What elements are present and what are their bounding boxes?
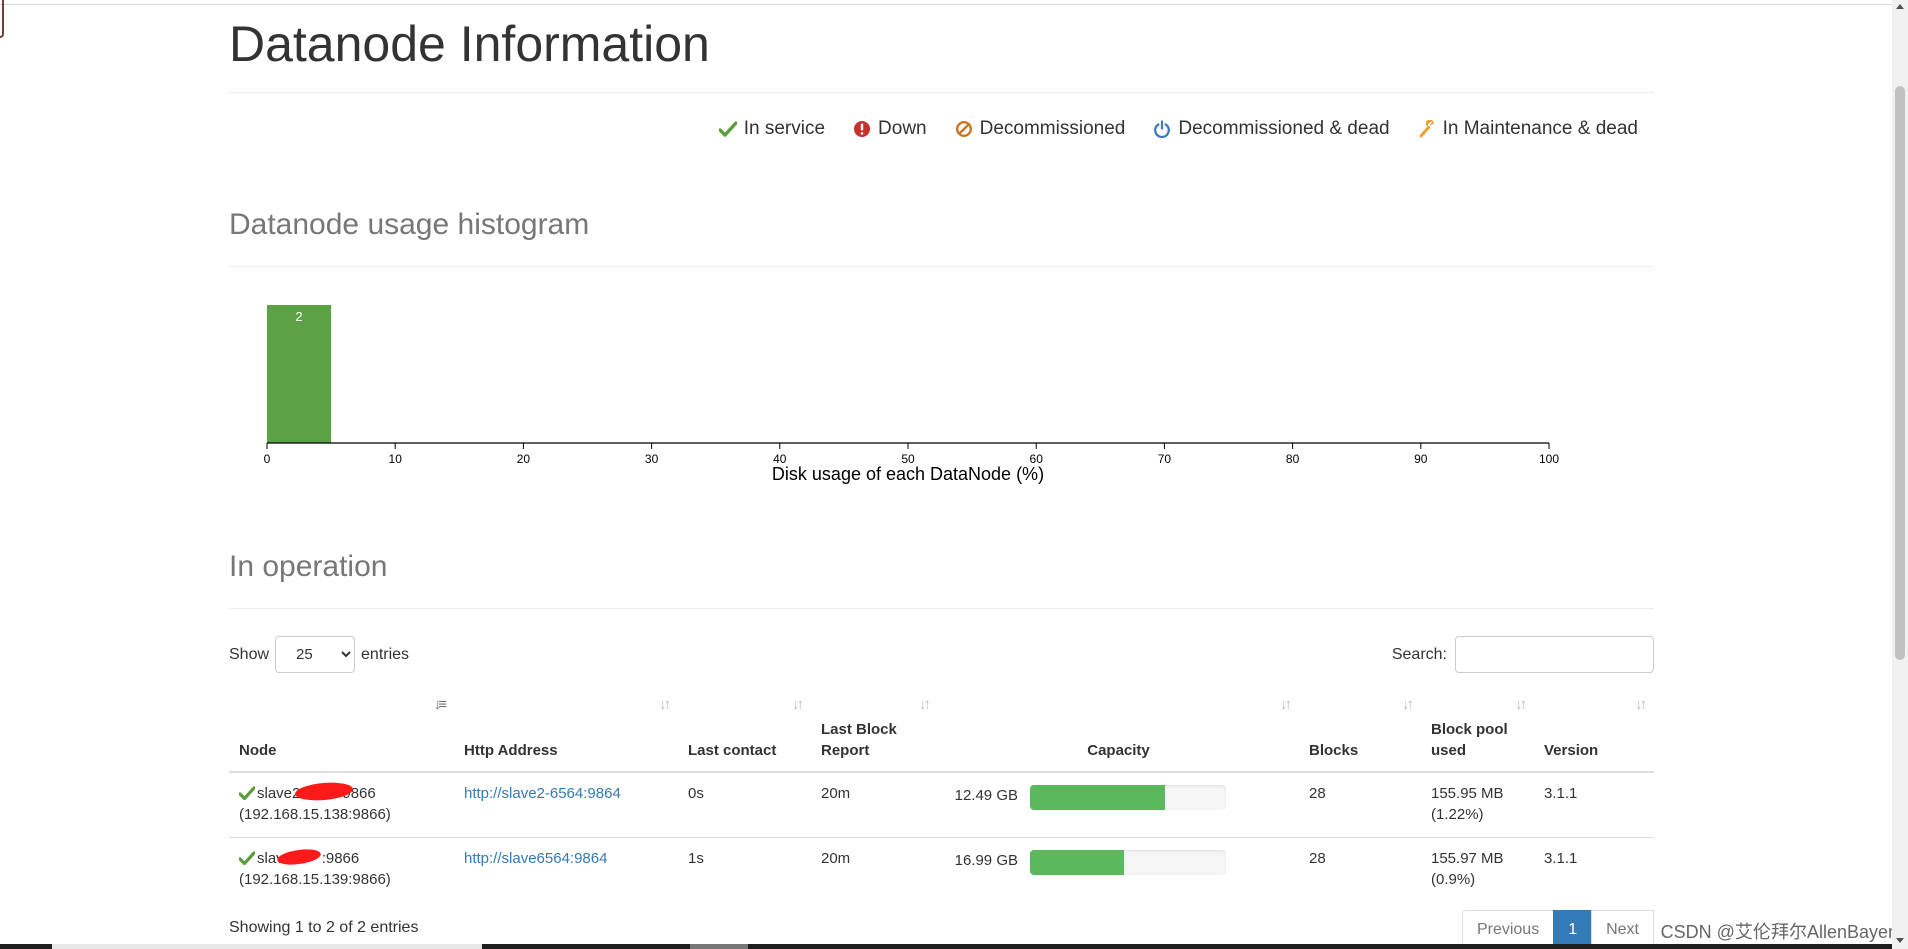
last-contact-cell: 1s <box>688 849 704 867</box>
sort-icon: ↓↑ <box>792 696 804 713</box>
capacity-value: 16.99 GB <box>954 851 1018 869</box>
legend-label: Decommissioned <box>979 118 1126 139</box>
histogram-tick-label: 0 <box>264 452 271 466</box>
operation-section-title: In operation <box>229 550 388 583</box>
legend-decommissioned-dead: Decommissioned & dead <box>1153 118 1390 140</box>
page-title: Datanode Information <box>229 16 710 72</box>
taskbar-strip <box>0 944 1892 949</box>
histogram-tick-label: 80 <box>1286 452 1300 466</box>
power-icon <box>1154 120 1171 138</box>
last-block-report-cell: 20m <box>821 849 851 867</box>
sort-icon: ↓↑ <box>1280 696 1292 713</box>
capacity-progress-fill <box>1030 849 1125 875</box>
check-icon <box>239 786 255 800</box>
top-border <box>0 4 1892 5</box>
block-pool-used-cell: 155.97 MB (0.9%) <box>1431 849 1504 888</box>
capacity-value: 12.49 GB <box>954 787 1018 804</box>
sort-icon: ↓↑ <box>1402 696 1414 713</box>
check-icon <box>718 121 737 137</box>
legend-maintenance-dead: In Maintenance & dead <box>1418 118 1638 140</box>
histogram-tick-label: 20 <box>517 452 531 466</box>
version-cell: 3.1.1 <box>1544 849 1578 867</box>
table-search: Search: <box>1392 636 1654 673</box>
histogram-tick-label: 30 <box>645 452 659 466</box>
histogram-divider <box>229 266 1654 267</box>
table-header-row: Node ↓≡ Http Address ↓↑ Last contact ↓↑ Las… <box>229 694 1654 773</box>
table-info: Showing 1 to 2 of 2 entries <box>229 919 419 936</box>
datanode-table: Node ↓≡ Http Address ↓↑ Last contact ↓↑ Las… <box>229 694 1654 902</box>
exclamation-circle-icon <box>854 121 871 137</box>
scroll-down-arrow-icon[interactable] <box>1896 938 1904 943</box>
column-header-blocks[interactable]: Blocks ↓↑ <box>1299 694 1421 773</box>
scroll-up-arrow-icon[interactable] <box>1896 4 1904 9</box>
column-header-capacity[interactable]: Capacity ↓↑ <box>938 694 1299 773</box>
check-icon <box>239 850 255 865</box>
page-length-control: Show 102550100 entries <box>229 636 409 673</box>
search-input[interactable] <box>1455 636 1654 673</box>
page-length-select[interactable]: 102550100 <box>275 636 356 673</box>
histogram-x-axis-label: Disk usage of each DataNode (%) <box>772 464 1044 484</box>
search-label: Search: <box>1391 645 1447 663</box>
version-cell: 3.1.1 <box>1534 772 1654 838</box>
sort-ascending-icon: ↓≡ <box>433 696 447 713</box>
http-address-link[interactable]: http://slave6564:9864 <box>464 850 607 867</box>
legend-decommissioned: Decommissioned <box>955 118 1126 140</box>
legend-label: Decommissioned & dead <box>1178 118 1390 139</box>
sort-icon: ↓↑ <box>919 696 931 713</box>
column-header-last-contact[interactable]: Last contact ↓↑ <box>678 694 811 773</box>
table-row: slave2 9866 (192.168.15.138:9866) http://… <box>229 772 1654 838</box>
legend-down: Down <box>853 118 927 140</box>
capacity-cell: 12.49 GB <box>938 772 1299 838</box>
histogram-tick-label: 10 <box>389 452 403 466</box>
wrench-icon <box>1419 120 1434 138</box>
entries-label: entries <box>361 645 410 663</box>
column-header-http[interactable]: Http Address ↓↑ <box>454 694 678 773</box>
sort-icon: ↓↑ <box>659 696 671 713</box>
legend-in-service: In service <box>718 118 826 140</box>
capacity-progress-bar <box>1030 785 1226 810</box>
histogram-bar-label: 2 <box>295 309 302 324</box>
node-cell: slave2 9866 (192.168.15.138:9866) <box>229 772 454 838</box>
vertical-scrollbar[interactable] <box>1892 0 1908 949</box>
histogram-tick-label: 70 <box>1158 452 1172 466</box>
sort-icon: ↓↑ <box>1515 696 1527 713</box>
blocks-cell: 28 <box>1299 772 1421 838</box>
last-block-report-cell: 20m <box>811 772 938 838</box>
usage-histogram-chart: 20 10 20 30 40 50 60 70 80 90 100Disk usage of eac… <box>264 305 1559 484</box>
legend-label: Down <box>878 118 927 139</box>
table-row: slav:9866 (192.168.15.139:9866) http://s… <box>229 837 1654 902</box>
capacity-cell: 16.99 GB <box>938 837 1299 902</box>
http-address-link[interactable]: http://slave2-6564:9864 <box>464 785 621 802</box>
operation-divider <box>229 608 1654 609</box>
capacity-progress-fill <box>1030 785 1166 810</box>
last-contact-cell: 0s <box>678 772 811 838</box>
histogram-tick-label: 90 <box>1414 452 1428 466</box>
column-header-last-block-report[interactable]: Last Block Report ↓↑ <box>811 694 938 773</box>
http-cell: http://slave2-6564:9864 <box>454 772 678 838</box>
histogram-bar <box>267 305 332 443</box>
block-pool-used-cell: 155.95 MB (1.22%) <box>1421 772 1534 838</box>
capacity-progress-bar <box>1030 849 1226 875</box>
node-cell: slav:9866 (192.168.15.139:9866) <box>229 837 454 902</box>
histogram-tick-label: 100 <box>1539 452 1559 466</box>
http-cell: http://slave6564:9864 <box>454 837 678 902</box>
show-label: Show <box>229 645 270 663</box>
legend-label: In Maintenance & dead <box>1442 118 1638 139</box>
column-header-node[interactable]: Node ↓≡ <box>229 694 454 773</box>
histogram-section-title: Datanode usage histogram <box>229 208 590 241</box>
column-header-block-pool-used[interactable]: Block pool used ↓↑ <box>1421 694 1534 773</box>
title-divider <box>229 92 1654 93</box>
scrollbar-thumb[interactable] <box>1895 86 1905 660</box>
csdn-watermark: CSDN @艾伦拜尔AllenBayer <box>1660 922 1894 942</box>
status-legend: In service Down Decommissioned Decommiss… <box>718 118 1638 140</box>
blocks-cell: 28 <box>1309 849 1326 867</box>
ban-icon <box>955 120 972 138</box>
window-corner-fragment <box>0 0 4 38</box>
legend-label: In service <box>743 118 826 139</box>
sort-icon: ↓↑ <box>1635 696 1647 713</box>
column-header-version[interactable]: Version ↓↑ <box>1534 694 1654 773</box>
